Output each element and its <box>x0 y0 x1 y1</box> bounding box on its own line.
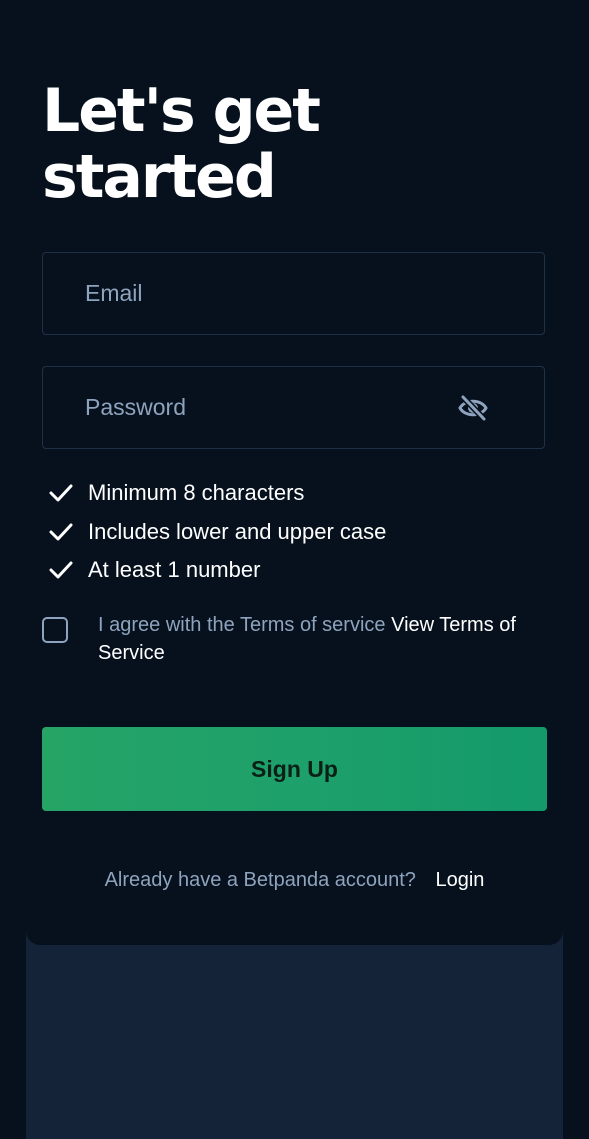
rule-item: Includes lower and upper case <box>48 513 386 552</box>
terms-label: I agree with the Terms of service <box>98 614 386 636</box>
email-field-container <box>42 252 545 335</box>
terms-text: I agree with the Terms of service View T… <box>98 611 518 667</box>
password-field-container <box>42 366 545 449</box>
signup-screen: Let's get started Minimum 8 characters <box>0 0 589 1139</box>
password-input[interactable] <box>85 367 465 448</box>
rule-label: Includes lower and upper case <box>88 518 387 544</box>
password-rules: Minimum 8 characters Includes lower and … <box>48 474 386 590</box>
eye-slash-icon[interactable] <box>456 393 490 423</box>
email-input[interactable] <box>85 253 465 334</box>
account-question: Already have a Betpanda account? <box>104 869 416 891</box>
title-line-2: started <box>42 142 277 212</box>
check-icon <box>48 559 74 581</box>
page-title: Let's get started <box>42 78 542 210</box>
rule-item: Minimum 8 characters <box>48 474 386 513</box>
rule-label: At least 1 number <box>88 557 261 583</box>
title-line-1: Let's get <box>42 76 321 146</box>
sign-up-button[interactable]: Sign Up <box>42 727 547 811</box>
login-link[interactable]: Login <box>435 869 484 891</box>
check-icon <box>48 521 74 543</box>
rule-label: Minimum 8 characters <box>88 480 305 506</box>
terms-checkbox[interactable] <box>42 617 68 643</box>
login-prompt: Already have a Betpanda account? Login <box>0 866 589 894</box>
rule-item: At least 1 number <box>48 551 386 590</box>
check-icon <box>48 482 74 504</box>
